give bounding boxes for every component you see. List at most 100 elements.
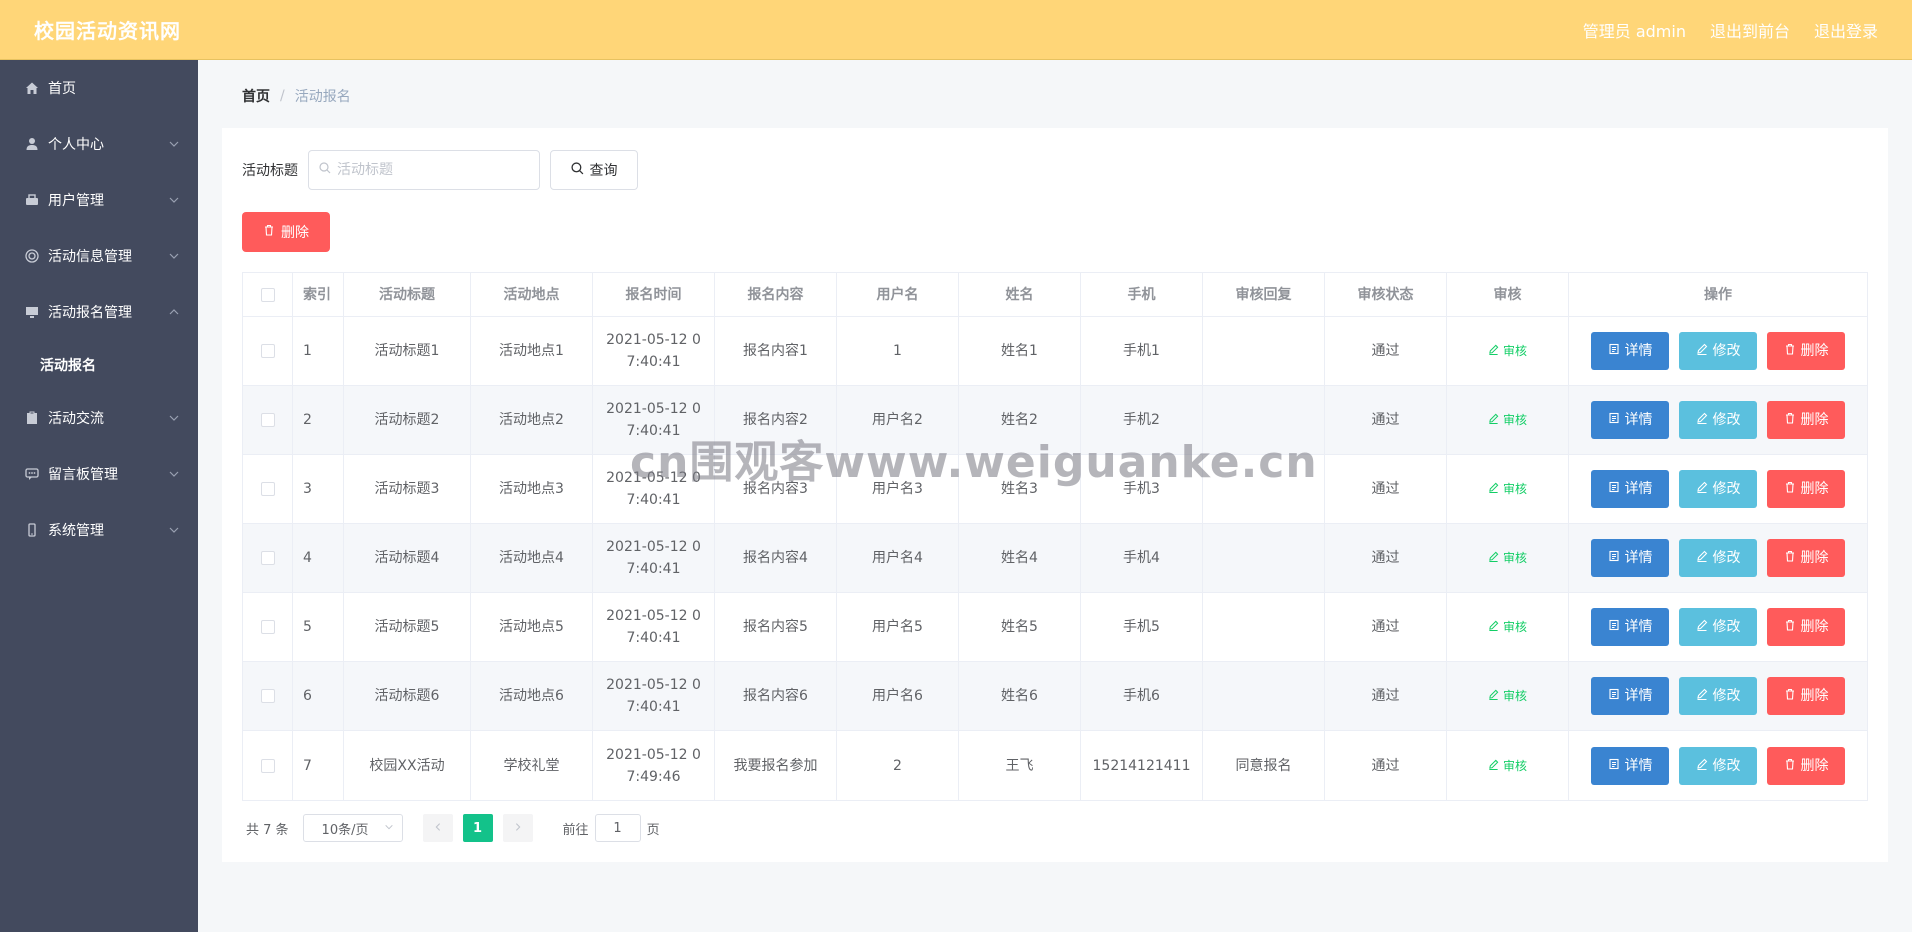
- row-checkbox[interactable]: [260, 758, 275, 773]
- row-select-cell: [243, 593, 293, 661]
- detail-button[interactable]: 详情: [1591, 332, 1669, 370]
- audit-link[interactable]: 审核: [1488, 755, 1527, 777]
- sidebar-item-user-management[interactable]: 用户管理: [0, 172, 198, 228]
- cell-time: 2021-05-12 0 7:40:41: [593, 593, 715, 661]
- delete-button[interactable]: 删除: [1767, 539, 1845, 577]
- edit-button[interactable]: 修改: [1679, 608, 1757, 646]
- chevron-right-icon: [513, 821, 523, 836]
- row-checkbox[interactable]: [260, 344, 275, 358]
- trash-icon: [1784, 616, 1796, 638]
- audit-link[interactable]: 审核: [1488, 340, 1527, 362]
- top-bar: 校园活动资讯网 管理员 admin 退出到前台 退出登录: [0, 0, 1912, 60]
- cell-title: 校园XX活动: [344, 731, 471, 800]
- delete-button[interactable]: 删除: [1767, 608, 1845, 646]
- column-header: 用户名: [837, 273, 959, 316]
- search-form: 活动标题 查询: [242, 150, 638, 190]
- column-header: 审核: [1447, 273, 1569, 316]
- document-icon: [1608, 616, 1620, 638]
- cell-operations: 详情 修改 删除: [1569, 386, 1867, 454]
- prev-page-button[interactable]: [422, 814, 453, 842]
- detail-button[interactable]: 详情: [1591, 677, 1669, 715]
- query-button[interactable]: 查询: [550, 150, 638, 190]
- sidebar-subitem-activity-signup[interactable]: 活动报名: [0, 340, 198, 390]
- audit-link[interactable]: 审核: [1488, 478, 1527, 500]
- batch-delete-button[interactable]: 删除: [242, 212, 330, 252]
- cell-reply: 同意报名: [1203, 731, 1325, 800]
- edit-button[interactable]: 修改: [1679, 332, 1757, 370]
- cell-audit: 审核: [1447, 662, 1569, 730]
- edit-button[interactable]: 修改: [1679, 746, 1757, 785]
- cell-reply: [1203, 386, 1325, 454]
- row-checkbox[interactable]: [260, 413, 275, 427]
- cell-phone: 手机6: [1081, 662, 1203, 730]
- cell-time-line2: 7:40:41: [626, 354, 681, 370]
- cell-audit: 审核: [1447, 455, 1569, 523]
- exit-to-front-link[interactable]: 退出到前台: [1710, 18, 1790, 42]
- cell-reply: [1203, 317, 1325, 385]
- edit-button[interactable]: 修改: [1679, 401, 1757, 439]
- home-icon: [24, 80, 40, 96]
- page-size-select[interactable]: 10条/页: [302, 814, 403, 842]
- row-select-cell: [243, 386, 293, 454]
- cell-index: 4: [293, 524, 344, 592]
- cell-time: 2021-05-12 0 7:40:41: [593, 455, 715, 523]
- breadcrumb-home[interactable]: 首页: [242, 86, 270, 106]
- detail-button[interactable]: 详情: [1591, 746, 1669, 785]
- delete-button-label: 删除: [1800, 481, 1829, 497]
- select-all-checkbox[interactable]: [260, 287, 275, 302]
- row-checkbox[interactable]: [260, 482, 275, 496]
- sidebar-item-home[interactable]: 首页: [0, 60, 198, 116]
- page-number-button[interactable]: 1: [462, 814, 493, 842]
- trash-icon: [1784, 340, 1796, 362]
- detail-button[interactable]: 详情: [1591, 539, 1669, 577]
- detail-button[interactable]: 详情: [1591, 401, 1669, 439]
- cell-index: 7: [293, 731, 344, 800]
- detail-button[interactable]: 详情: [1591, 608, 1669, 646]
- delete-button[interactable]: 删除: [1767, 401, 1845, 439]
- cell-time-line1: 2021-05-12 0: [606, 332, 701, 348]
- sidebar-item-profile[interactable]: 个人中心: [0, 116, 198, 172]
- document-icon: [1608, 478, 1620, 500]
- row-checkbox[interactable]: [260, 689, 275, 703]
- delete-button[interactable]: 删除: [1767, 677, 1845, 715]
- audit-link-label: 审核: [1502, 482, 1527, 496]
- sidebar-item-system-management[interactable]: 系统管理: [0, 502, 198, 558]
- delete-button[interactable]: 删除: [1767, 470, 1845, 508]
- sidebar-item-activity-signup-management[interactable]: 活动报名管理: [0, 284, 198, 340]
- delete-button[interactable]: 删除: [1767, 746, 1845, 785]
- row-select-cell: [243, 731, 293, 800]
- row-checkbox[interactable]: [260, 551, 275, 565]
- cell-title: 活动标题3: [344, 455, 471, 523]
- edit-button[interactable]: 修改: [1679, 539, 1757, 577]
- cell-time-line2: 7:40:41: [626, 699, 681, 715]
- cell-place: 活动地点2: [471, 386, 593, 454]
- pencil-icon: [1488, 755, 1499, 777]
- chevron-down-icon: [168, 468, 180, 480]
- row-checkbox[interactable]: [260, 620, 275, 634]
- next-page-button[interactable]: [502, 814, 533, 842]
- audit-link[interactable]: 审核: [1488, 685, 1527, 707]
- audit-link[interactable]: 审核: [1488, 616, 1527, 638]
- goto-page-input[interactable]: [594, 814, 641, 842]
- cell-audit: 审核: [1447, 317, 1569, 385]
- users-icon: [24, 192, 40, 208]
- audit-link[interactable]: 审核: [1488, 409, 1527, 431]
- detail-button-label: 详情: [1624, 757, 1653, 774]
- detail-button-label: 详情: [1624, 619, 1653, 635]
- sidebar-item-activity-exchange[interactable]: 活动交流: [0, 390, 198, 446]
- detail-button[interactable]: 详情: [1591, 470, 1669, 508]
- sidebar-item-activity-info[interactable]: 活动信息管理: [0, 228, 198, 284]
- search-input[interactable]: [337, 162, 527, 178]
- edit-button[interactable]: 修改: [1679, 470, 1757, 508]
- sidebar-item-message-board[interactable]: 留言板管理: [0, 446, 198, 502]
- edit-button[interactable]: 修改: [1679, 677, 1757, 715]
- admin-user-link[interactable]: 管理员 admin: [1583, 18, 1686, 42]
- audit-link[interactable]: 审核: [1488, 547, 1527, 569]
- delete-button-label: 删除: [1800, 412, 1829, 428]
- content-card: 活动标题 查询 删除 索引 活动标题 活动地点 报名时间 报名内容 用户名: [222, 128, 1888, 862]
- cell-time-line1: 2021-05-12 0: [606, 746, 701, 763]
- sidebar-item-label: 系统管理: [48, 523, 104, 539]
- sidebar-item-label: 用户管理: [48, 193, 104, 209]
- delete-button[interactable]: 删除: [1767, 332, 1845, 370]
- logout-link[interactable]: 退出登录: [1814, 18, 1878, 42]
